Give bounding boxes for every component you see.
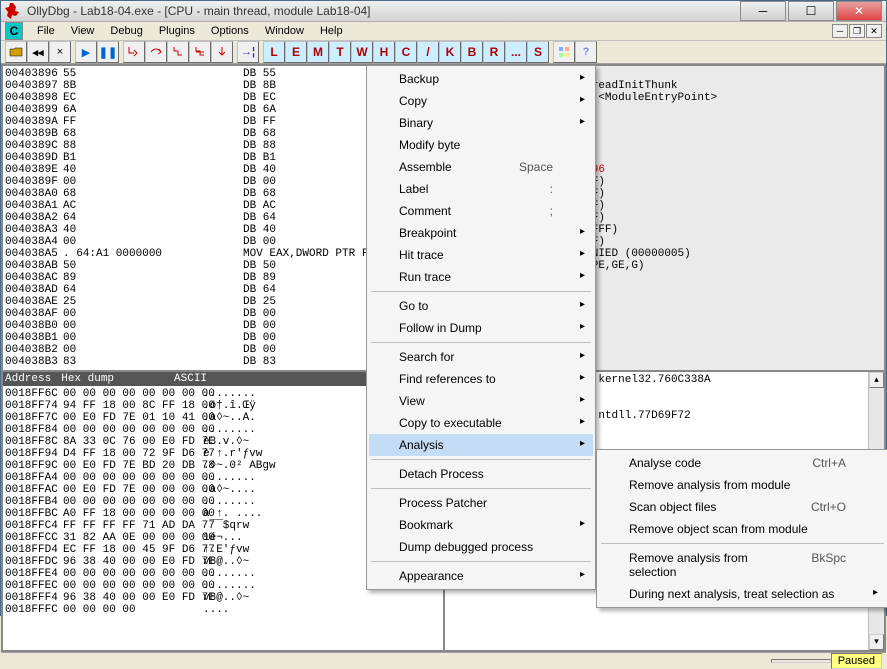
- menu-view[interactable]: View: [63, 22, 103, 40]
- menu-item-search-for[interactable]: Search for: [369, 346, 593, 368]
- toolbar: ◂◂ × ▶ ❚❚ →¦ LEMTWHC/KBR...S ?: [1, 41, 886, 64]
- toolbar-t-button[interactable]: T: [329, 41, 351, 63]
- toolbar-l-button[interactable]: L: [263, 41, 285, 63]
- menu-plugins[interactable]: Plugins: [151, 22, 203, 40]
- menu-item-scan-object-files[interactable]: Scan object filesCtrl+O: [599, 496, 886, 518]
- menu-item-remove-analysis-from-module[interactable]: Remove analysis from module: [599, 474, 886, 496]
- maximize-button[interactable]: ☐: [788, 1, 834, 21]
- rewind-button[interactable]: ◂◂: [27, 41, 49, 63]
- trace-over-button[interactable]: [189, 41, 211, 63]
- toolbar-s-button[interactable]: S: [527, 41, 549, 63]
- menu-item-modify-byte[interactable]: Modify byte: [369, 134, 593, 156]
- menu-item-dump-debugged-process[interactable]: Dump debugged process: [369, 536, 593, 558]
- status-state: Paused: [831, 653, 882, 669]
- menu-item-go-to[interactable]: Go to: [369, 295, 593, 317]
- scroll-up-button[interactable]: ▴: [869, 372, 884, 388]
- minimize-button[interactable]: ─: [740, 1, 786, 21]
- scroll-down-button[interactable]: ▾: [869, 634, 884, 650]
- menu-item-analysis[interactable]: Analysis: [369, 434, 593, 456]
- menu-item-copy-to-executable[interactable]: Copy to executable: [369, 412, 593, 434]
- hex-col-ascii: ASCII: [174, 373, 207, 385]
- hex-col-dump: Hex dump: [61, 373, 114, 385]
- menu-item-process-patcher[interactable]: Process Patcher: [369, 492, 593, 514]
- window-title: OllyDbg - Lab18-04.exe - [CPU - main thr…: [27, 4, 740, 18]
- help-button[interactable]: ?: [575, 41, 597, 63]
- menu-file[interactable]: File: [29, 22, 63, 40]
- menu-item-detach-process[interactable]: Detach Process: [369, 463, 593, 485]
- mdi-restore[interactable]: ❐: [849, 24, 865, 38]
- menu-item-comment[interactable]: Comment;: [369, 200, 593, 222]
- toolbar-r-button[interactable]: R: [483, 41, 505, 63]
- settings-button[interactable]: [553, 41, 575, 63]
- menu-item-breakpoint[interactable]: Breakpoint: [369, 222, 593, 244]
- toolbar-e-button[interactable]: E: [285, 41, 307, 63]
- execute-till-return-button[interactable]: [211, 41, 233, 63]
- menu-item-label[interactable]: Label:: [369, 178, 593, 200]
- toolbar-m-button[interactable]: M: [307, 41, 329, 63]
- analysis-submenu: Analyse codeCtrl+ARemove analysis from m…: [596, 449, 887, 608]
- toolbar-b-button[interactable]: B: [461, 41, 483, 63]
- menu-window[interactable]: Window: [257, 22, 312, 40]
- toolbar-k-button[interactable]: K: [439, 41, 461, 63]
- menu-item-backup[interactable]: Backup: [369, 68, 593, 90]
- menu-item-run-trace[interactable]: Run trace: [369, 266, 593, 288]
- titlebar: OllyDbg - Lab18-04.exe - [CPU - main thr…: [1, 1, 886, 22]
- menu-item-during-next-analysis-treat-selection-as[interactable]: During next analysis, treat selection as: [599, 583, 886, 605]
- statusbar: Paused: [1, 652, 886, 669]
- menu-help[interactable]: Help: [312, 22, 351, 40]
- menu-debug[interactable]: Debug: [102, 22, 150, 40]
- menu-item-bookmark[interactable]: Bookmark: [369, 514, 593, 536]
- trace-into-button[interactable]: [167, 41, 189, 63]
- goto-button[interactable]: →¦: [237, 41, 259, 63]
- menu-item-copy[interactable]: Copy: [369, 90, 593, 112]
- restart-button[interactable]: ×: [49, 41, 71, 63]
- menu-item-find-references-to[interactable]: Find references to: [369, 368, 593, 390]
- step-into-button[interactable]: [123, 41, 145, 63]
- toolbar-w-button[interactable]: W: [351, 41, 373, 63]
- menu-options[interactable]: Options: [203, 22, 257, 40]
- menu-item-assemble[interactable]: AssembleSpace: [369, 156, 593, 178]
- app-icon: [5, 3, 21, 19]
- menu-item-view[interactable]: View: [369, 390, 593, 412]
- hex-row[interactable]: 0018FFFC00 00 00 00 ....: [5, 604, 441, 616]
- menubar: C FileViewDebugPluginsOptionsWindowHelp …: [1, 22, 886, 41]
- menu-item-hit-trace[interactable]: Hit trace: [369, 244, 593, 266]
- mdi-close[interactable]: ✕: [866, 24, 882, 38]
- menu-item-follow-in-dump[interactable]: Follow in Dump: [369, 317, 593, 339]
- toolbar-h-button[interactable]: H: [373, 41, 395, 63]
- menu-item-remove-analysis-from-selection[interactable]: Remove analysis from selectionBkSpc: [599, 547, 886, 583]
- menu-item-remove-object-scan-from-module[interactable]: Remove object scan from module: [599, 518, 886, 540]
- menu-item-appearance[interactable]: Appearance: [369, 565, 593, 587]
- menu-item-binary[interactable]: Binary: [369, 112, 593, 134]
- menu-item-analyse-code[interactable]: Analyse codeCtrl+A: [599, 452, 886, 474]
- toolbar-...-button[interactable]: ...: [505, 41, 527, 63]
- open-button[interactable]: [5, 41, 27, 63]
- run-button[interactable]: ▶: [75, 41, 97, 63]
- context-menu: BackupCopyBinaryModify byteAssembleSpace…: [366, 65, 596, 590]
- status-empty: [771, 659, 831, 663]
- cpu-window-icon[interactable]: C: [5, 22, 23, 40]
- toolbar-/-button[interactable]: /: [417, 41, 439, 63]
- toolbar-c-button[interactable]: C: [395, 41, 417, 63]
- pause-button[interactable]: ❚❚: [97, 41, 119, 63]
- step-over-button[interactable]: [145, 41, 167, 63]
- hex-col-address: Address: [5, 373, 51, 385]
- mdi-minimize[interactable]: ─: [832, 24, 848, 38]
- close-button[interactable]: ✕: [836, 1, 882, 21]
- hex-row[interactable]: 0018FFF496 38 40 00 00 E0 FD 7E v8@..◊~: [5, 592, 441, 604]
